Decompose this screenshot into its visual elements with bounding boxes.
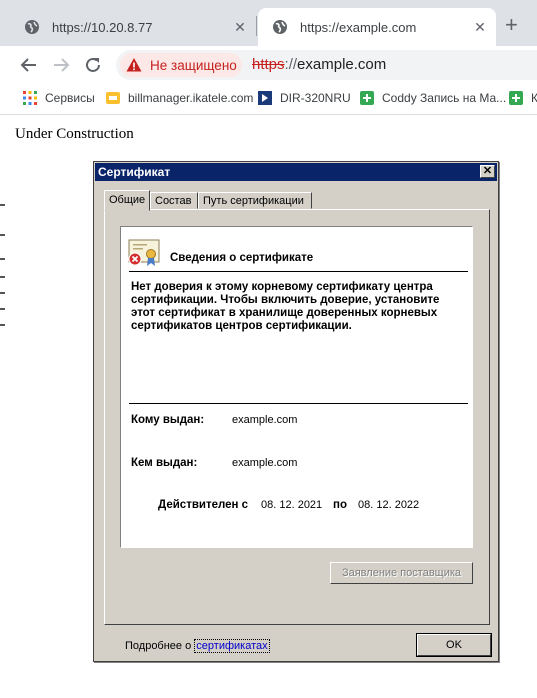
bookmark-label: billmanager.ikatele.com (128, 91, 254, 105)
certificate-info-box: Сведения о сертификате Нет доверия к это… (120, 226, 473, 548)
trust-warning-message: Нет доверия к этому корневому сертификат… (131, 281, 440, 332)
bookmark-label: Coddy Запись на Ма... (382, 91, 507, 105)
valid-to-label: по (333, 499, 347, 511)
learn-more-text: Подробнее о сертификатах (125, 639, 270, 653)
general-tab-panel: Сведения о сертификате Нет доверия к это… (104, 209, 490, 653)
bookmark-label: DIR-320NRU (280, 91, 351, 105)
dialog-titlebar[interactable]: Сертификат ✕ (95, 163, 497, 181)
tab-certification-path[interactable]: Путь сертификации (198, 192, 312, 209)
tab-close-icon[interactable]: ✕ (470, 19, 490, 36)
back-arrow-icon[interactable] (17, 53, 41, 77)
valid-from-value: 08. 12. 2021 (261, 499, 323, 511)
issuer-statement-button[interactable]: Заявление поставщика (330, 562, 473, 584)
page-heading: Under Construction (15, 126, 134, 142)
certificate-dialog: Сертификат ✕ Общие Состав Путь сертифика… (93, 161, 499, 662)
forward-arrow-icon[interactable] (49, 53, 73, 77)
globe-icon (25, 20, 39, 34)
address-bar[interactable]: Не защищено https://example.com (116, 50, 537, 80)
new-tab-plus-icon[interactable]: + (505, 14, 518, 36)
url-scheme: https (252, 56, 285, 73)
valid-to-value: 08. 12. 2022 (358, 499, 420, 511)
bookmark-dir-320nru[interactable]: DIR-320NRU (257, 90, 351, 106)
divider (129, 403, 468, 404)
green-plus-icon (509, 91, 523, 105)
reload-icon[interactable] (81, 53, 105, 77)
bookmark-yellow-icon (106, 92, 120, 104)
tab-separator (256, 16, 257, 36)
bookmark-label: Сервисы (45, 91, 95, 105)
valid-from-label: Действителен с (158, 499, 249, 511)
tab-title: https://10.20.8.77 (52, 19, 153, 35)
tab-10-20-8-77[interactable]: https://10.20.8.77 ✕ (10, 8, 256, 46)
issued-to-label: Кому выдан: (131, 414, 205, 426)
bookmarks-bar: Сервисы billmanager.ikatele.com DIR-320N… (0, 84, 537, 115)
browser-toolbar: Не защищено https://example.com (0, 46, 537, 84)
dialog-title: Сертификат (98, 165, 171, 179)
issued-to-value: example.com (232, 414, 298, 426)
dlink-icon (258, 91, 272, 105)
apps-grid-icon (23, 91, 37, 105)
close-icon[interactable]: ✕ (480, 165, 495, 178)
tab-example-com[interactable]: https://example.com ✕ (258, 8, 496, 46)
certificate-error-icon (128, 239, 160, 266)
background-window-edge (0, 196, 6, 336)
not-secure-chip[interactable]: Не защищено (120, 53, 242, 77)
tab-details[interactable]: Состав (150, 192, 198, 209)
url-text[interactable]: https://example.com (252, 56, 386, 73)
bookmark-billmanager[interactable]: billmanager.ikatele.com (105, 90, 253, 106)
divider (129, 271, 468, 272)
issued-by-label: Кем выдан: (131, 457, 198, 469)
url-host: example.com (297, 56, 387, 73)
url-separator: :// (284, 56, 298, 73)
bookmark-coddy[interactable]: Coddy Запись на Ма... (359, 90, 506, 106)
tab-general[interactable]: Общие (104, 190, 150, 211)
green-plus-icon (360, 91, 374, 105)
certificate-info-title: Сведения о сертификате (170, 252, 314, 264)
bookmark-services[interactable]: Сервисы (22, 90, 95, 106)
tab-strip: https://10.20.8.77 ✕ https://example.com… (0, 0, 537, 46)
warning-triangle-icon (126, 58, 142, 72)
tab-title: https://example.com (300, 19, 417, 35)
issued-by-value: example.com (232, 457, 298, 469)
certificates-link[interactable]: сертификатах (194, 639, 270, 653)
ok-button[interactable]: OK (416, 633, 492, 657)
bookmark-label: К (531, 91, 537, 105)
learn-more-prefix: Подробнее о (125, 640, 195, 652)
tab-close-icon[interactable]: ✕ (230, 19, 250, 36)
security-label: Не защищено (150, 57, 237, 73)
globe-icon (273, 20, 287, 34)
bookmark-k[interactable]: К (508, 90, 537, 106)
